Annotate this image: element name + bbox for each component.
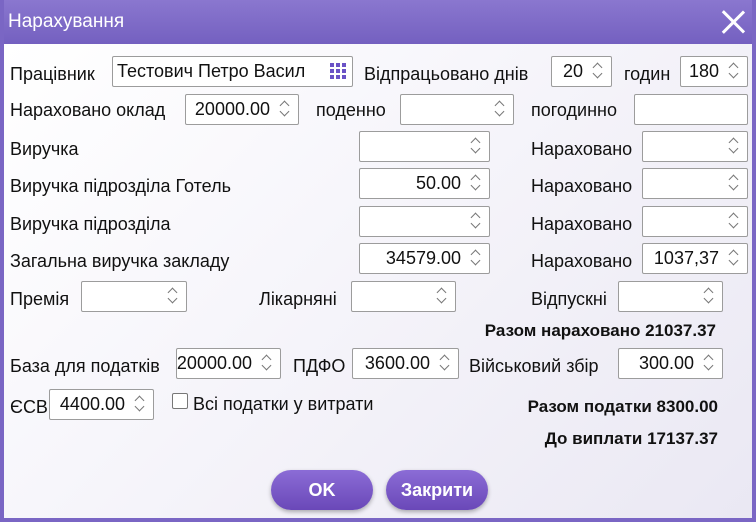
- days-label: Відпрацьовано днів: [364, 64, 529, 84]
- salary-label: Нараховано оклад: [10, 100, 166, 120]
- tax-base-label: База для податків: [10, 356, 160, 376]
- revenue-hotel-stepper[interactable]: 50.00: [359, 168, 490, 199]
- hours-label: годин: [624, 64, 671, 84]
- total-accrued: Разом нараховано 21037.37: [484, 321, 716, 340]
- spinner-icon[interactable]: [466, 211, 486, 232]
- spinner-icon[interactable]: [490, 99, 510, 120]
- spinner-icon[interactable]: [724, 136, 744, 157]
- spinner-icon[interactable]: [724, 61, 744, 82]
- window-title: Нарахування: [8, 11, 125, 32]
- hourly-stepper[interactable]: [634, 94, 748, 125]
- all-taxes-label[interactable]: Всі податки у витрати: [193, 393, 373, 415]
- hours-stepper[interactable]: 180: [680, 56, 748, 87]
- spinner-icon[interactable]: [724, 248, 744, 269]
- employee-value: Тестович Петро Васил: [117, 61, 306, 81]
- revenue-dept-accrued-stepper[interactable]: [642, 206, 748, 237]
- military-label: Військовий збір: [469, 356, 599, 376]
- employee-label: Працівник: [10, 64, 95, 84]
- spinner-icon[interactable]: [435, 353, 455, 374]
- military-stepper[interactable]: 300.00: [618, 348, 723, 379]
- spinner-icon[interactable]: [275, 99, 295, 120]
- spinner-icon[interactable]: [466, 248, 486, 269]
- revenue-accrued-label: Нараховано: [531, 139, 633, 159]
- spinner-icon[interactable]: [724, 173, 744, 194]
- bonus-stepper[interactable]: [81, 281, 187, 312]
- revenue-hotel-accrued-label: Нараховано: [531, 176, 633, 196]
- revenue-total-value: 34579.00: [385, 248, 461, 268]
- spinner-icon[interactable]: [466, 173, 486, 194]
- revenue-total-label: Загальна виручка закладу: [10, 251, 230, 271]
- revenue-hotel-accrued-stepper[interactable]: [642, 168, 748, 199]
- days-value: 20: [562, 61, 583, 81]
- sick-label: Лікарняні: [259, 289, 337, 309]
- revenue-stepper[interactable]: [359, 131, 490, 162]
- bonus-label: Премія: [10, 289, 70, 309]
- spinner-icon[interactable]: [257, 353, 277, 374]
- revenue-label: Виручка: [10, 139, 79, 159]
- days-stepper[interactable]: 20: [551, 56, 612, 87]
- military-value: 300.00: [638, 353, 694, 373]
- revenue-dept-stepper[interactable]: [359, 206, 490, 237]
- revenue-total-accrued-stepper[interactable]: 1037,37: [642, 243, 748, 274]
- to-pay: До виплати 17137.37: [544, 429, 718, 448]
- vacation-stepper[interactable]: [618, 281, 723, 312]
- tax-base-stepper[interactable]: 20000.00: [176, 348, 281, 379]
- sick-stepper[interactable]: [351, 281, 456, 312]
- revenue-total-accrued-value: 1037,37: [653, 248, 719, 268]
- revenue-hotel-value: 50.00: [415, 173, 461, 193]
- window-frame-right: [752, 0, 756, 522]
- revenue-dept-accrued-label: Нараховано: [531, 214, 633, 234]
- spinner-icon[interactable]: [130, 394, 150, 415]
- revenue-total-accrued-label: Нараховано: [531, 251, 633, 271]
- daily-label: поденно: [316, 100, 386, 120]
- close-icon[interactable]: [720, 9, 746, 35]
- spinner-icon[interactable]: [466, 136, 486, 157]
- pdfo-label: ПДФО: [293, 356, 346, 376]
- spinner-icon[interactable]: [699, 353, 719, 374]
- pdfo-value: 3600.00: [364, 353, 430, 373]
- employee-field[interactable]: Тестович Петро Васил: [112, 56, 353, 87]
- hourly-label: погодинно: [531, 100, 617, 120]
- vacation-label: Відпускні: [531, 289, 607, 309]
- spinner-icon[interactable]: [588, 61, 608, 82]
- close-button[interactable]: Закрити: [386, 470, 488, 510]
- revenue-dept-label: Виручка підрозділа: [10, 214, 171, 234]
- window-frame-bottom: [0, 518, 756, 522]
- all-taxes-checkbox[interactable]: [172, 393, 188, 409]
- esv-label: ЄСВ: [10, 397, 48, 417]
- tax-base-value: 20000.00: [176, 353, 252, 373]
- revenue-total-stepper[interactable]: 34579.00: [359, 243, 490, 274]
- total-taxes: Разом податки 8300.00: [527, 397, 718, 416]
- spinner-icon[interactable]: [432, 286, 452, 307]
- ok-button[interactable]: OK: [271, 470, 373, 510]
- spinner-icon[interactable]: [699, 286, 719, 307]
- spinner-icon[interactable]: [724, 211, 744, 232]
- revenue-hotel-label: Виручка підрозділа Готель: [10, 176, 231, 196]
- esv-stepper[interactable]: 4400.00: [49, 389, 154, 420]
- window-titlebar: Нарахування: [0, 0, 756, 44]
- hours-value: 180: [688, 61, 719, 81]
- revenue-accrued-stepper[interactable]: [642, 131, 748, 162]
- salary-value: 20000.00: [194, 99, 270, 119]
- salary-stepper[interactable]: 20000.00: [185, 94, 299, 125]
- daily-stepper[interactable]: [400, 94, 514, 125]
- pdfo-stepper[interactable]: 3600.00: [352, 348, 459, 379]
- grid-icon[interactable]: [330, 63, 347, 80]
- esv-value: 4400.00: [59, 394, 125, 414]
- spinner-icon[interactable]: [163, 286, 183, 307]
